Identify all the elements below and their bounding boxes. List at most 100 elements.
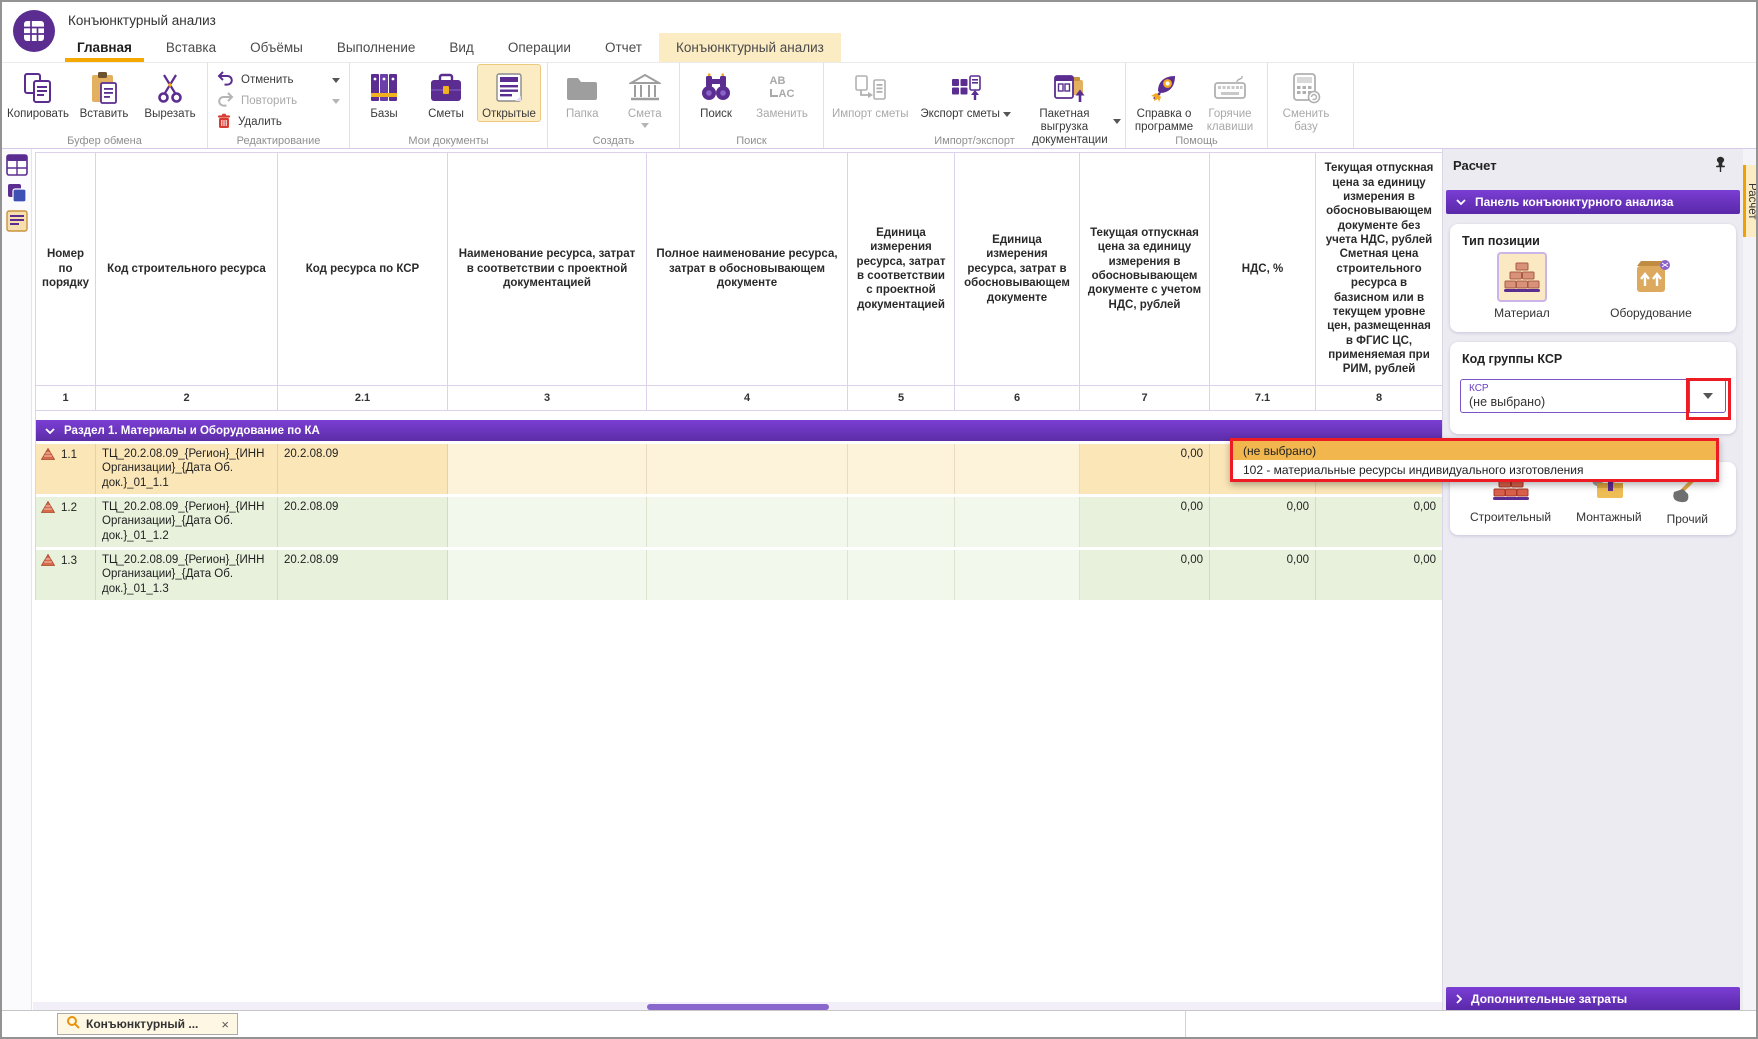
replace-button[interactable]: ABAC Заменить <box>749 64 815 122</box>
document-tab[interactable]: Конъюнктурный ... × <box>57 1013 238 1035</box>
card-title: Тип позиции <box>1450 224 1736 248</box>
ksr-code-cell[interactable]: 20.2.08.09 <box>278 444 448 494</box>
column-number: 8 <box>1316 386 1442 411</box>
estimate-create-icon <box>629 68 661 108</box>
bases-button[interactable]: Базы <box>353 64 415 122</box>
batch-dropdown-caret <box>1113 119 1121 124</box>
copy-icon <box>23 68 53 108</box>
redo-button[interactable]: Повторить <box>217 92 340 110</box>
layers-panel-icon[interactable] <box>5 181 29 205</box>
column-number: 5 <box>848 386 955 411</box>
tab-otchet[interactable]: Отчет <box>588 33 659 62</box>
price-vat-cell[interactable]: 0,00 <box>1080 497 1210 547</box>
empty-cell[interactable] <box>955 497 1080 547</box>
row-number-cell[interactable]: 1.2 <box>36 497 96 547</box>
undo-dropdown-caret[interactable] <box>332 78 340 83</box>
tab-vypolnenie[interactable]: Выполнение <box>320 33 433 62</box>
price-vat-cell[interactable]: 0,00 <box>1080 550 1210 600</box>
column-header[interactable]: Номер по порядку <box>36 153 96 386</box>
export-estimate-icon <box>949 68 983 108</box>
tab-glavnaya[interactable]: Главная <box>60 33 149 62</box>
column-number: 7 <box>1080 386 1210 411</box>
calc-panel-vertical-tab[interactable]: Расчет <box>1743 165 1758 237</box>
tab-vstavka[interactable]: Вставка <box>149 33 233 62</box>
cut-button[interactable]: Вырезать <box>137 64 203 122</box>
group-search: Поиск ABAC Заменить Поиск <box>680 63 824 148</box>
panel-section-additional-costs[interactable]: Дополнительные затраты <box>1446 987 1740 1011</box>
grid-panel-icon[interactable] <box>5 153 29 177</box>
ksr-combo-field[interactable]: КСР (не выбрано) <box>1460 379 1690 413</box>
column-header[interactable]: Единица измерения ресурса, затрат в обос… <box>955 153 1080 386</box>
empty-cell[interactable] <box>848 497 955 547</box>
sheet-panel-icon[interactable] <box>5 209 29 233</box>
paste-icon <box>89 68 119 108</box>
material-option[interactable]: Материал <box>1494 252 1550 320</box>
empty-cell[interactable] <box>448 550 647 600</box>
column-header[interactable]: НДС, % <box>1210 153 1316 386</box>
pin-icon[interactable] <box>1714 156 1727 178</box>
tab-konyunkturny-analiz[interactable]: Конъюнктурный анализ <box>659 33 841 62</box>
group-label-my-documents: Мои документы <box>350 135 547 147</box>
search-button[interactable]: Поиск <box>683 64 749 122</box>
tab-vid[interactable]: Вид <box>432 33 490 62</box>
resource-code-cell[interactable]: ТЦ_20.2.08.09_{Регион}_{ИНН Организации}… <box>96 550 278 600</box>
paste-button[interactable]: Вставить <box>71 64 137 122</box>
delete-button[interactable]: Удалить <box>217 113 340 131</box>
column-header[interactable]: Наименование ресурса, затрат в соответст… <box>448 153 647 386</box>
ksr-code-cell[interactable]: 20.2.08.09 <box>278 497 448 547</box>
copy-button[interactable]: Копировать <box>5 64 71 122</box>
cut-icon <box>155 68 185 108</box>
export-estimate-button[interactable]: Экспорт сметы <box>914 64 1018 122</box>
empty-cell[interactable] <box>848 550 955 600</box>
ksr-code-cell[interactable]: 20.2.08.09 <box>278 550 448 600</box>
price-novat-cell[interactable]: 0,00 <box>1316 550 1442 600</box>
empty-cell[interactable] <box>647 497 848 547</box>
empty-cell[interactable] <box>955 444 1080 494</box>
column-header[interactable]: Текущая отпускная цена за единицу измере… <box>1316 153 1442 386</box>
estimates-button[interactable]: Сметы <box>415 64 477 122</box>
undo-button[interactable]: Отменить <box>217 71 340 89</box>
dropdown-item[interactable]: 102 - материальные ресурсы индивидуально… <box>1233 460 1716 479</box>
empty-cell[interactable] <box>448 497 647 547</box>
empty-cell[interactable] <box>647 550 848 600</box>
folder-icon <box>565 68 599 108</box>
vat-cell[interactable]: 0,00 <box>1210 497 1316 547</box>
opened-button[interactable]: Открытые <box>477 64 541 122</box>
title-bar: Конъюнктурный анализ Главная Вставка Объ… <box>2 2 1756 62</box>
folder-button[interactable]: Папка <box>551 64 614 122</box>
price-vat-cell[interactable]: 0,00 <box>1080 444 1210 494</box>
close-icon[interactable]: × <box>221 1018 229 1031</box>
panel-section-ka[interactable]: Панель конъюнктурного анализа <box>1446 190 1740 214</box>
column-header[interactable]: Код ресурса по КСР <box>278 153 448 386</box>
replace-icon: ABAC <box>770 68 795 108</box>
column-number: 6 <box>955 386 1080 411</box>
vat-cell[interactable]: 0,00 <box>1210 550 1316 600</box>
row-number-cell[interactable]: 1.1 <box>36 444 96 494</box>
redo-dropdown-caret <box>332 99 340 104</box>
equipment-option[interactable]: Оборудование <box>1610 252 1692 320</box>
column-header[interactable]: Единица измерения ресурса, затрат в соот… <box>848 153 955 386</box>
search-binoculars-icon <box>699 68 733 108</box>
empty-cell[interactable] <box>647 444 848 494</box>
row-number-cell[interactable]: 1.3 <box>36 550 96 600</box>
column-header[interactable]: Код строительного ресурса <box>96 153 278 386</box>
empty-cell[interactable] <box>955 550 1080 600</box>
import-estimate-button[interactable]: Импорт сметы <box>827 64 914 122</box>
column-header[interactable]: Текущая отпускная цена за единицу измере… <box>1080 153 1210 386</box>
column-header[interactable]: Полное наименование ресурса, затрат в об… <box>647 153 848 386</box>
column-number: 2.1 <box>278 386 448 411</box>
export-dropdown-caret <box>1003 112 1011 117</box>
resource-code-cell[interactable]: ТЦ_20.2.08.09_{Регион}_{ИНН Организации}… <box>96 497 278 547</box>
tab-operacii[interactable]: Операции <box>491 33 588 62</box>
switch-db-button[interactable]: Сменить базу <box>1271 64 1341 135</box>
resource-code-cell[interactable]: ТЦ_20.2.08.09_{Регион}_{ИНН Организации}… <box>96 444 278 494</box>
dropdown-item[interactable]: (не выбрано) <box>1233 441 1716 460</box>
tab-obyomy[interactable]: Объёмы <box>233 33 320 62</box>
empty-cell[interactable] <box>448 444 647 494</box>
group-label-clipboard: Буфер обмена <box>2 135 207 147</box>
about-button[interactable]: Справка о программе <box>1129 64 1199 135</box>
empty-cell[interactable] <box>848 444 955 494</box>
price-novat-cell[interactable]: 0,00 <box>1316 497 1442 547</box>
hotkeys-button[interactable]: Горячие клавиши <box>1199 64 1261 135</box>
estimate-create-button[interactable]: Смета <box>614 64 677 129</box>
